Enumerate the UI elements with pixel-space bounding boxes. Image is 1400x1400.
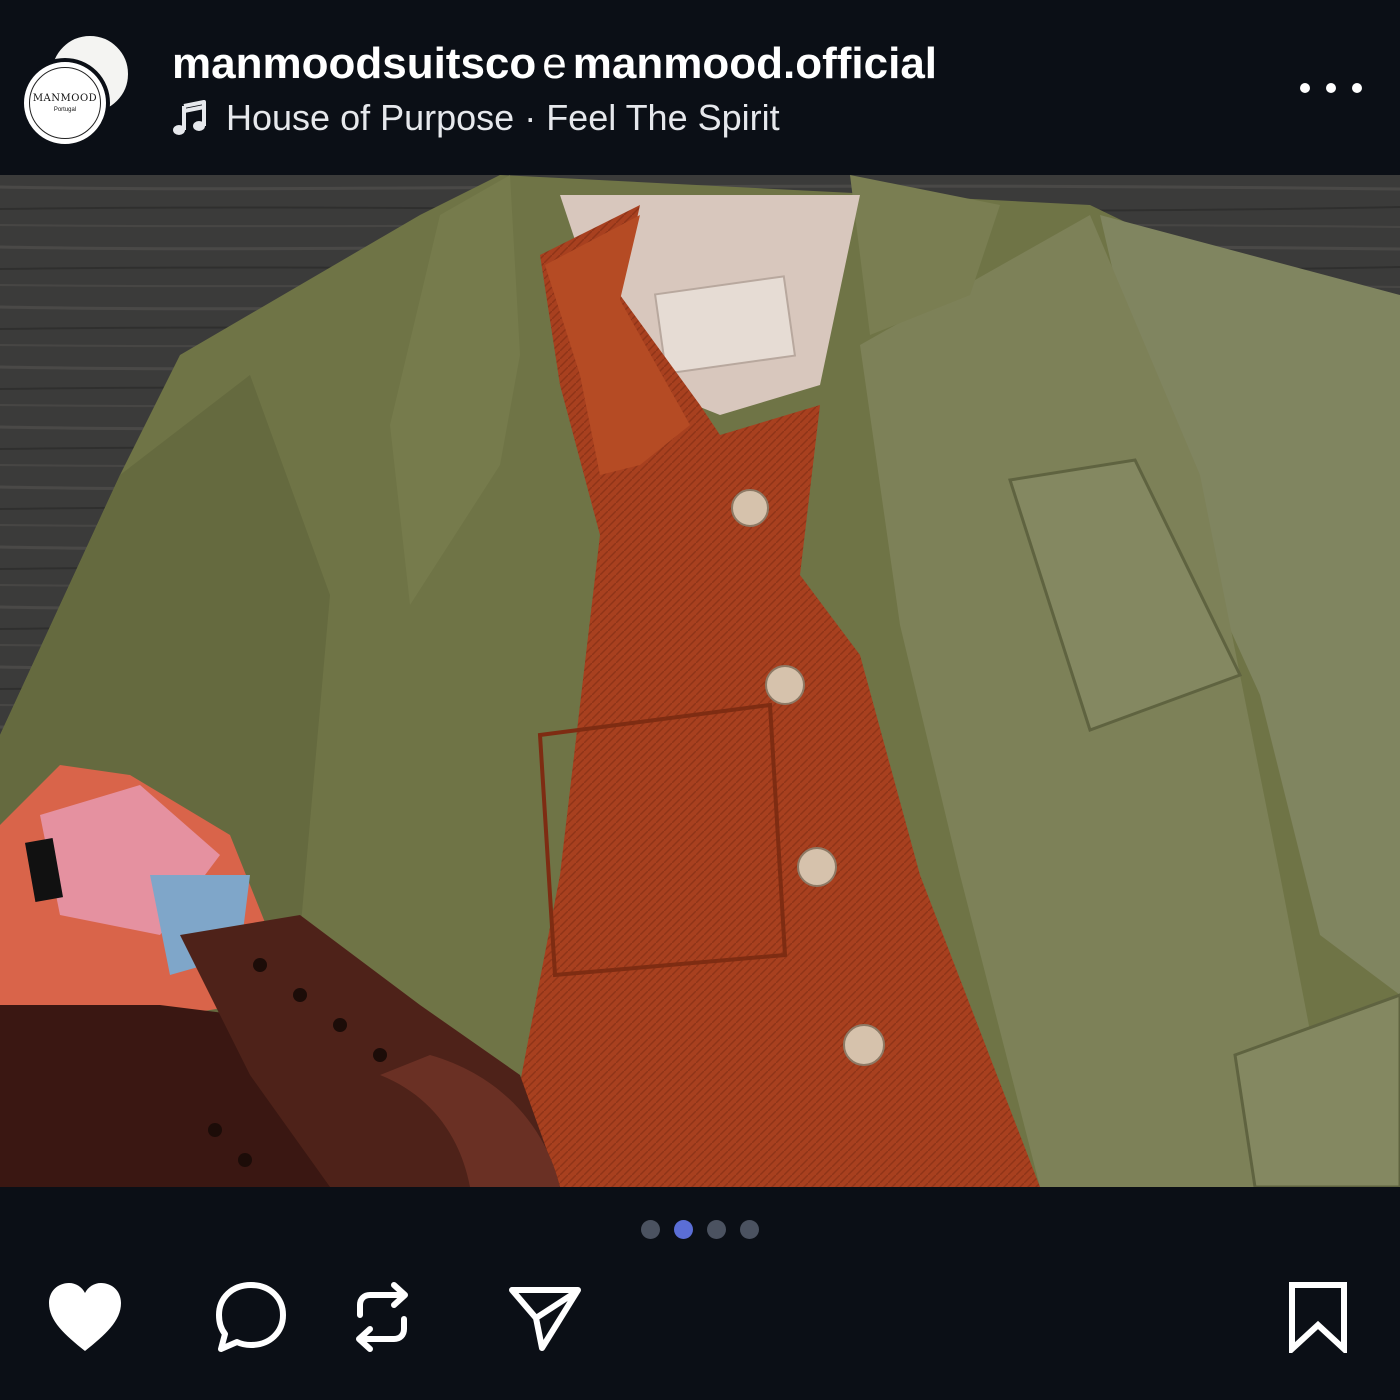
carousel-dot	[641, 1219, 660, 1239]
like-button[interactable]	[43, 1275, 127, 1359]
carousel-dot	[740, 1219, 759, 1239]
audio-separator: ·	[524, 97, 537, 138]
audio-track: Feel The Spirit	[546, 97, 780, 138]
carousel-dot-active	[674, 1219, 693, 1239]
more-dot-icon	[1326, 83, 1336, 93]
carousel-dot	[707, 1219, 726, 1239]
audio-attribution[interactable]: House of Purpose · Feel The Spirit	[170, 95, 780, 141]
share-button[interactable]	[502, 1275, 586, 1359]
send-icon	[509, 1287, 581, 1351]
post-authors: manmoodsuitsco e manmood.official	[172, 38, 937, 90]
carousel-indicator	[0, 1218, 1400, 1240]
author-secondary-link[interactable]: manmood.official	[573, 39, 937, 88]
music-note-icon	[173, 100, 206, 135]
more-dot-icon	[1352, 83, 1362, 93]
avatar-brand-text: MANMOOD	[32, 93, 98, 104]
post-photo[interactable]	[0, 175, 1400, 1187]
comment-button[interactable]	[209, 1275, 293, 1359]
author-primary-link[interactable]: manmoodsuitsco	[172, 39, 536, 88]
heart-filled-icon	[49, 1283, 121, 1351]
author-conjunction: e	[542, 39, 567, 88]
repost-button[interactable]	[340, 1275, 424, 1359]
more-options-button[interactable]	[1300, 72, 1362, 104]
save-button[interactable]	[1276, 1275, 1360, 1359]
repost-icon	[356, 1282, 408, 1352]
avatar-logo: MANMOOD Portugal	[29, 67, 101, 139]
avatar-subtext: Portugal	[53, 107, 77, 113]
audio-artist: House of Purpose	[226, 97, 515, 138]
bookmark-icon	[1289, 1282, 1347, 1353]
collab-avatars[interactable]: MANMOOD Portugal	[20, 34, 130, 148]
more-dot-icon	[1300, 83, 1310, 93]
comment-icon	[216, 1282, 286, 1352]
outfit-photo-illustration	[0, 175, 1400, 1187]
post-header: MANMOOD Portugal manmoodsuitsco e manmood.…	[0, 0, 1400, 175]
primary-avatar[interactable]: MANMOOD Portugal	[20, 58, 110, 148]
